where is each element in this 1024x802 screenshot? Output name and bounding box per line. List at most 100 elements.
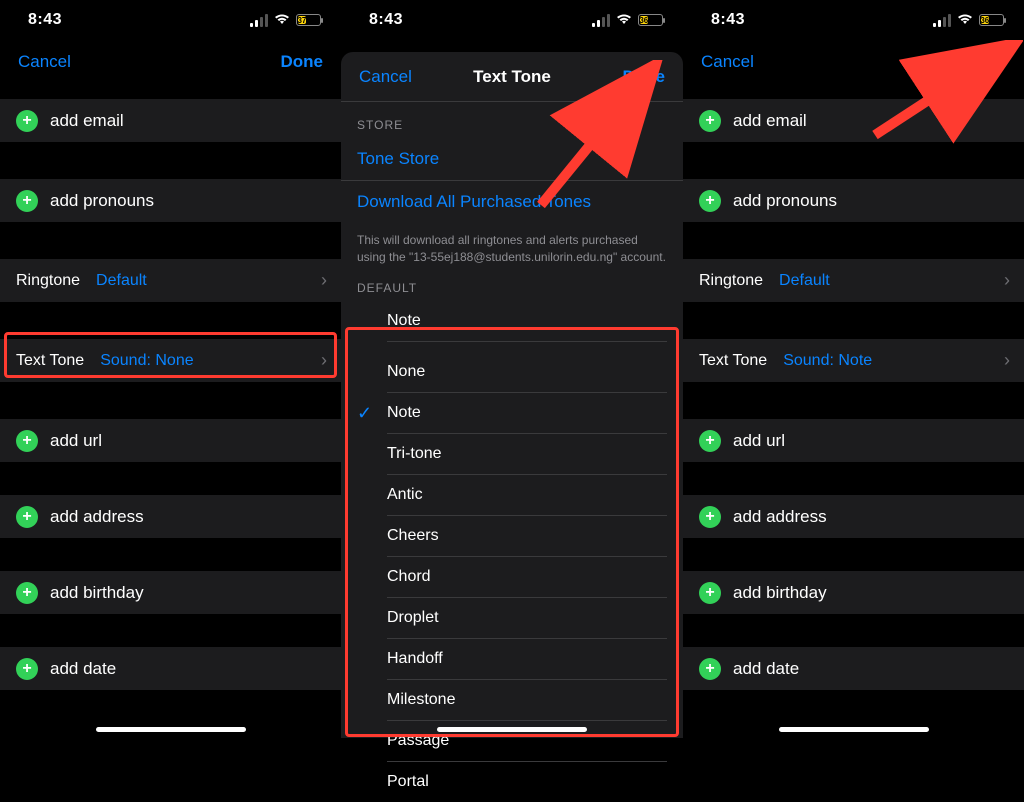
battery-icon: 36: [979, 14, 1004, 26]
add-pronouns-label: add pronouns: [50, 191, 154, 211]
plus-icon: +: [699, 430, 721, 452]
store-header: Store: [341, 102, 683, 138]
tone-row[interactable]: Milestone: [341, 680, 683, 721]
text-tone-sheet: Cancel Text Tone Done Store Tone Store D…: [341, 52, 683, 738]
tone-label: None: [387, 352, 667, 393]
pane-text-tone-sheet: 8:43 36 Cancel Text Tone Done Store Tone…: [341, 0, 683, 738]
add-address-label: add address: [50, 507, 144, 527]
chevron-right-icon: ›: [1004, 350, 1010, 371]
chevron-right-icon: ›: [1004, 270, 1010, 291]
text-tone-value: Sound: None: [100, 352, 193, 370]
home-indicator: [96, 727, 246, 732]
tone-row[interactable]: Cheers: [341, 516, 683, 557]
add-email-label: add email: [50, 111, 124, 131]
plus-icon: +: [699, 658, 721, 680]
add-url-label: add url: [733, 431, 785, 451]
add-pronouns-row[interactable]: + add pronouns: [683, 179, 1024, 223]
cell-signal-icon: [933, 14, 951, 27]
default-header: Default: [341, 271, 683, 301]
plus-icon: +: [699, 190, 721, 212]
home-indicator: [779, 727, 929, 732]
tone-label: Note: [387, 393, 667, 434]
tone-row[interactable]: Chord: [341, 557, 683, 598]
add-address-row[interactable]: + add address: [0, 495, 341, 539]
plus-icon: +: [16, 110, 38, 132]
pane-contact-edit-before: 8:43 37 Cancel Done + add email + add pr…: [0, 0, 341, 738]
plus-icon: +: [16, 658, 38, 680]
add-url-row[interactable]: + add url: [683, 419, 1024, 463]
add-date-row[interactable]: + add date: [0, 647, 341, 691]
add-birthday-label: add birthday: [733, 583, 827, 603]
text-tone-label: Text Tone: [16, 352, 84, 370]
tone-label: Tri-tone: [387, 434, 667, 475]
ringtone-row[interactable]: Ringtone Default ›: [0, 259, 341, 303]
plus-icon: +: [16, 190, 38, 212]
wifi-icon: [616, 12, 632, 29]
cancel-button[interactable]: Cancel: [359, 67, 412, 87]
plus-icon: +: [699, 506, 721, 528]
add-date-row[interactable]: + add date: [683, 647, 1024, 691]
tone-row[interactable]: Droplet: [341, 598, 683, 639]
done-button[interactable]: Done: [281, 52, 324, 72]
plus-icon: +: [699, 582, 721, 604]
tone-row[interactable]: Portal: [341, 762, 683, 802]
pane-contact-edit-after: 8:43 36 Cancel Done + add email + add pr…: [683, 0, 1024, 738]
ringtone-row[interactable]: Ringtone Default ›: [683, 259, 1024, 303]
tone-store-link[interactable]: Tone Store: [341, 138, 683, 180]
tone-row[interactable]: None: [341, 352, 683, 393]
wifi-icon: [274, 12, 290, 29]
text-tone-label: Text Tone: [699, 352, 767, 370]
text-tone-row[interactable]: Text Tone Sound: None ›: [0, 339, 341, 383]
done-button[interactable]: Done: [623, 67, 666, 87]
ringtone-label: Ringtone: [16, 272, 80, 290]
status-time: 8:43: [711, 11, 745, 29]
status-right: 37: [250, 12, 321, 29]
download-all-link[interactable]: Download All Purchased Tones: [341, 180, 683, 222]
home-indicator: [437, 727, 587, 732]
checkmark-icon: ✓: [357, 403, 387, 424]
add-address-row[interactable]: + add address: [683, 495, 1024, 539]
tone-row[interactable]: ✓Note: [341, 393, 683, 434]
tone-label: Chord: [387, 557, 667, 598]
add-email-row[interactable]: + add email: [0, 99, 341, 143]
text-tone-value: Sound: Note: [783, 352, 872, 370]
chevron-right-icon: ›: [321, 270, 327, 291]
done-button[interactable]: Done: [964, 52, 1007, 72]
tone-label: Handoff: [387, 639, 667, 680]
cancel-button[interactable]: Cancel: [18, 52, 71, 72]
tone-row-note-top[interactable]: Note: [341, 301, 683, 342]
battery-icon: 36: [638, 14, 663, 26]
add-url-row[interactable]: + add url: [0, 419, 341, 463]
add-date-label: add date: [733, 659, 799, 679]
cell-signal-icon: [250, 14, 268, 27]
sheet-title: Text Tone: [473, 67, 551, 87]
tone-row[interactable]: Antic: [341, 475, 683, 516]
add-email-row[interactable]: + add email: [683, 99, 1024, 143]
chevron-right-icon: ›: [321, 350, 327, 371]
sheet-nav: Cancel Text Tone Done: [341, 52, 683, 102]
nav-bar: Cancel Done: [0, 40, 341, 84]
ringtone-value: Default: [96, 272, 147, 290]
tone-row[interactable]: Handoff: [341, 639, 683, 680]
tone-label: Droplet: [387, 598, 667, 639]
tone-label: Cheers: [387, 516, 667, 557]
cell-signal-icon: [592, 14, 610, 27]
tone-row[interactable]: Tri-tone: [341, 434, 683, 475]
text-tone-row[interactable]: Text Tone Sound: Note ›: [683, 339, 1024, 383]
status-bar: 8:43 36: [683, 0, 1024, 40]
status-bar: 8:43 37: [0, 0, 341, 40]
ringtone-value: Default: [779, 272, 830, 290]
add-address-label: add address: [733, 507, 827, 527]
add-pronouns-label: add pronouns: [733, 191, 837, 211]
status-time: 8:43: [28, 11, 62, 29]
plus-icon: +: [16, 582, 38, 604]
add-birthday-row[interactable]: + add birthday: [0, 571, 341, 615]
battery-icon: 37: [296, 14, 321, 26]
add-pronouns-row[interactable]: + add pronouns: [0, 179, 341, 223]
tone-label: Milestone: [387, 680, 667, 721]
cancel-button[interactable]: Cancel: [701, 52, 754, 72]
add-birthday-label: add birthday: [50, 583, 144, 603]
status-right: 36: [933, 12, 1004, 29]
add-birthday-row[interactable]: + add birthday: [683, 571, 1024, 615]
store-footer: This will download all ringtones and ale…: [341, 222, 683, 271]
